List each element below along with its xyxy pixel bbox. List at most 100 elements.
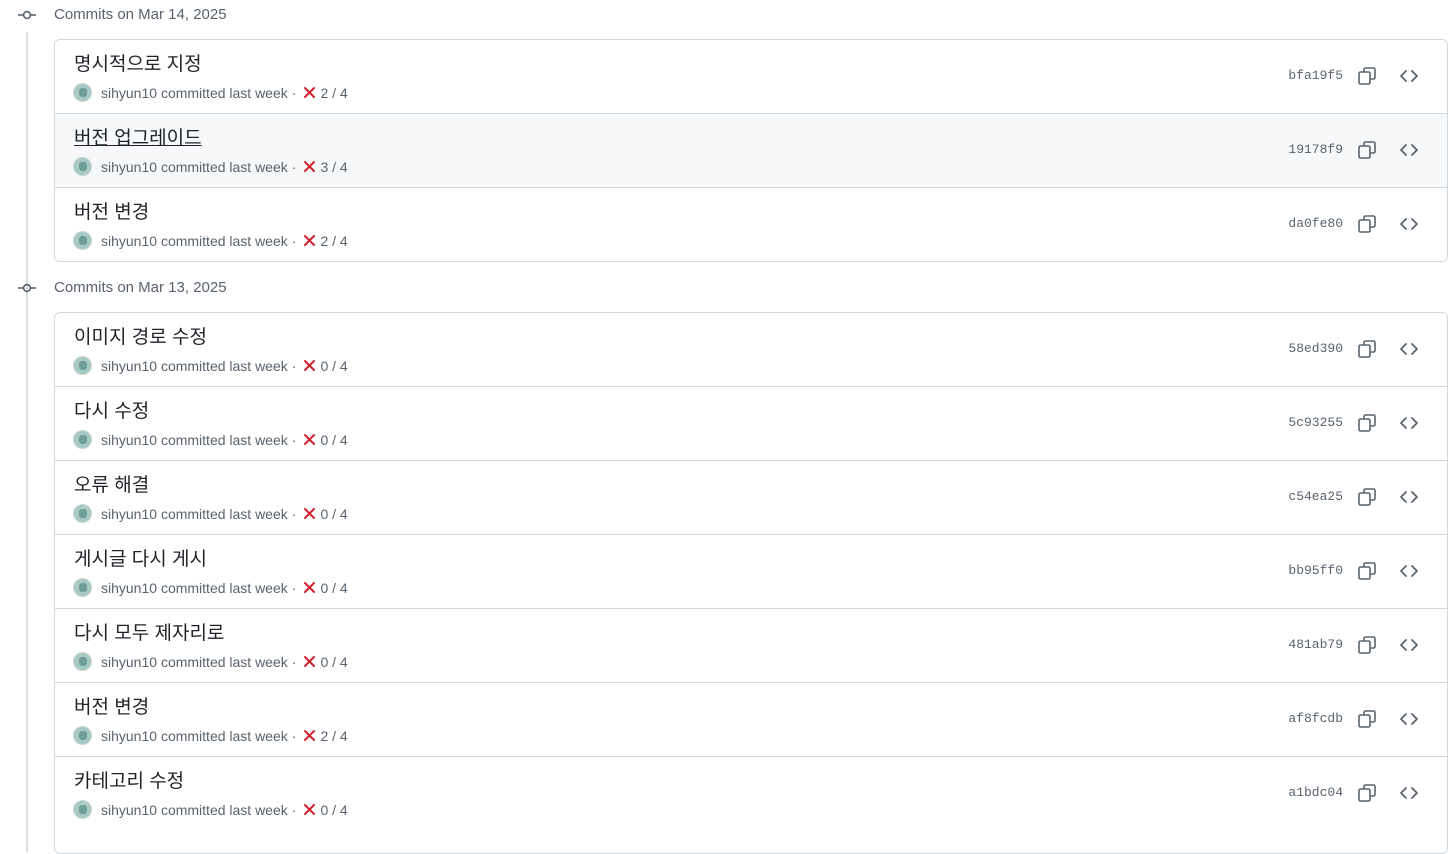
commit-meta: sihyun10 committed last week · 0 / 4 <box>73 578 348 597</box>
commit-sha-link[interactable]: 481ab79 <box>1288 637 1343 652</box>
avatar[interactable] <box>73 800 92 819</box>
code-icon[interactable] <box>1397 781 1421 805</box>
commit-row[interactable]: 버전 변경 sihyun10 committed last week · 2 /… <box>55 187 1447 261</box>
commit-message-link[interactable]: 다시 수정 <box>74 396 149 423</box>
commit-message-link[interactable]: 오류 해결 <box>74 470 149 497</box>
commit-message-link[interactable]: 버전 변경 <box>74 692 149 719</box>
x-fail-icon[interactable] <box>303 433 316 446</box>
separator: · <box>291 579 297 596</box>
commit-row[interactable]: 버전 변경 sihyun10 committed last week · 2 /… <box>55 682 1447 756</box>
x-fail-icon[interactable] <box>303 803 316 816</box>
commit-time: committed last week <box>160 357 288 374</box>
checks-status[interactable]: 0 / 4 <box>320 580 347 596</box>
git-commit-icon <box>18 283 36 293</box>
commit-time: committed last week <box>160 801 288 818</box>
commit-message-link[interactable]: 명시적으로 지정 <box>74 49 202 76</box>
code-icon[interactable] <box>1397 411 1421 435</box>
copy-icon[interactable] <box>1355 212 1379 236</box>
author-link[interactable]: sihyun10 <box>101 728 157 744</box>
avatar[interactable] <box>73 231 92 250</box>
code-icon[interactable] <box>1397 707 1421 731</box>
commit-row[interactable]: 오류 해결 sihyun10 committed last week · 0 /… <box>55 460 1447 534</box>
x-fail-icon[interactable] <box>303 359 316 372</box>
commit-sha-link[interactable]: 5c93255 <box>1288 415 1343 430</box>
author-link[interactable]: sihyun10 <box>101 358 157 374</box>
code-icon[interactable] <box>1397 212 1421 236</box>
commit-row[interactable]: 게시글 다시 게시 sihyun10 committed last week ·… <box>55 534 1447 608</box>
commit-row[interactable]: 다시 모두 제자리로 sihyun10 committed last week … <box>55 608 1447 682</box>
copy-icon[interactable] <box>1355 411 1379 435</box>
commit-row[interactable]: 명시적으로 지정 sihyun10 committed last week · … <box>55 40 1447 113</box>
commit-sha-link[interactable]: af8fcdb <box>1288 711 1343 726</box>
x-fail-icon[interactable] <box>303 86 316 99</box>
commit-message-link[interactable]: 카테고리 수정 <box>74 766 184 793</box>
copy-icon[interactable] <box>1355 337 1379 361</box>
copy-icon[interactable] <box>1355 138 1379 162</box>
copy-icon[interactable] <box>1355 559 1379 583</box>
commit-message-link[interactable]: 이미지 경로 수정 <box>74 322 207 349</box>
commit-sha-link[interactable]: 58ed390 <box>1288 341 1343 356</box>
commit-row[interactable]: 다시 수정 sihyun10 committed last week · 0 /… <box>55 386 1447 460</box>
copy-icon[interactable] <box>1355 485 1379 509</box>
code-icon[interactable] <box>1397 485 1421 509</box>
avatar[interactable] <box>73 430 92 449</box>
author-link[interactable]: sihyun10 <box>101 432 157 448</box>
x-fail-icon[interactable] <box>303 655 316 668</box>
checks-status[interactable]: 3 / 4 <box>320 159 347 175</box>
checks-status[interactable]: 0 / 4 <box>320 654 347 670</box>
checks-status[interactable]: 0 / 4 <box>320 432 347 448</box>
commit-message-link[interactable]: 게시글 다시 게시 <box>74 544 207 571</box>
author-link[interactable]: sihyun10 <box>101 580 157 596</box>
author-link[interactable]: sihyun10 <box>101 654 157 670</box>
commit-sha-link[interactable]: a1bdc04 <box>1288 785 1343 800</box>
copy-icon[interactable] <box>1355 707 1379 731</box>
code-icon[interactable] <box>1397 633 1421 657</box>
author-link[interactable]: sihyun10 <box>101 233 157 249</box>
copy-icon[interactable] <box>1355 64 1379 88</box>
commit-row[interactable]: 이미지 경로 수정 sihyun10 committed last week ·… <box>55 313 1447 386</box>
commit-sha-link[interactable]: da0fe80 <box>1288 216 1343 231</box>
commit-message-link[interactable]: 버전 변경 <box>74 197 149 224</box>
commit-meta: sihyun10 committed last week · 0 / 4 <box>73 356 348 375</box>
author-link[interactable]: sihyun10 <box>101 85 157 101</box>
author-link[interactable]: sihyun10 <box>101 802 157 818</box>
avatar[interactable] <box>73 726 92 745</box>
avatar[interactable] <box>73 83 92 102</box>
commit-meta: sihyun10 committed last week · 3 / 4 <box>73 157 348 176</box>
commit-row[interactable]: 카테고리 수정 sihyun10 committed last week · 0… <box>55 756 1447 830</box>
avatar[interactable] <box>73 356 92 375</box>
avatar[interactable] <box>73 578 92 597</box>
code-icon[interactable] <box>1397 64 1421 88</box>
checks-status[interactable]: 2 / 4 <box>320 728 347 744</box>
avatar[interactable] <box>73 504 92 523</box>
checks-status[interactable]: 2 / 4 <box>320 85 347 101</box>
author-link[interactable]: sihyun10 <box>101 506 157 522</box>
code-icon[interactable] <box>1397 559 1421 583</box>
commit-sha-link[interactable]: c54ea25 <box>1288 489 1343 504</box>
separator: · <box>291 158 297 175</box>
commit-sha-link[interactable]: bb95ff0 <box>1288 563 1343 578</box>
commit-row[interactable]: 버전 업그레이드 sihyun10 committed last week · … <box>55 113 1447 187</box>
commit-time: committed last week <box>160 505 288 522</box>
checks-status[interactable]: 0 / 4 <box>320 358 347 374</box>
checks-status[interactable]: 0 / 4 <box>320 506 347 522</box>
x-fail-icon[interactable] <box>303 160 316 173</box>
commit-message-link[interactable]: 다시 모두 제자리로 <box>74 618 224 645</box>
x-fail-icon[interactable] <box>303 581 316 594</box>
checks-status[interactable]: 2 / 4 <box>320 233 347 249</box>
commit-message-link[interactable]: 버전 업그레이드 <box>74 123 202 150</box>
x-fail-icon[interactable] <box>303 234 316 247</box>
copy-icon[interactable] <box>1355 781 1379 805</box>
x-fail-icon[interactable] <box>303 729 316 742</box>
separator: · <box>291 84 297 101</box>
copy-icon[interactable] <box>1355 633 1379 657</box>
commit-sha-link[interactable]: 19178f9 <box>1288 142 1343 157</box>
checks-status[interactable]: 0 / 4 <box>320 802 347 818</box>
code-icon[interactable] <box>1397 337 1421 361</box>
code-icon[interactable] <box>1397 138 1421 162</box>
avatar[interactable] <box>73 652 92 671</box>
commit-sha-link[interactable]: bfa19f5 <box>1288 68 1343 83</box>
avatar[interactable] <box>73 157 92 176</box>
x-fail-icon[interactable] <box>303 507 316 520</box>
author-link[interactable]: sihyun10 <box>101 159 157 175</box>
